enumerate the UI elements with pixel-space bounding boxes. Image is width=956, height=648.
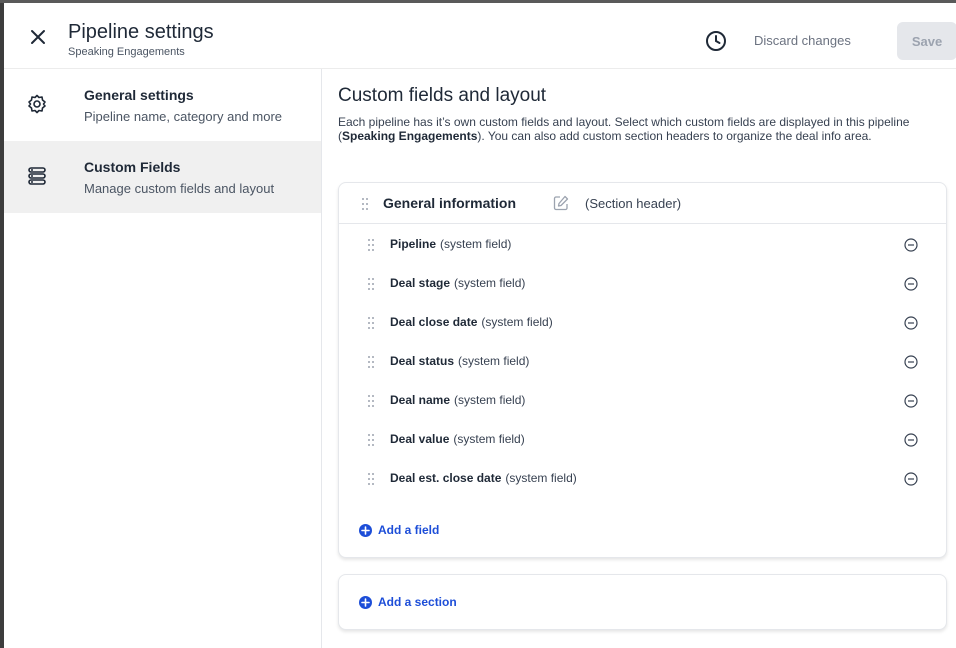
field-label: Pipeline xyxy=(390,237,437,251)
field-tag: (system field) xyxy=(481,315,553,329)
remove-field-button[interactable] xyxy=(903,315,919,331)
drag-handle-icon[interactable] xyxy=(367,277,375,291)
remove-field-button[interactable] xyxy=(903,354,919,370)
history-button[interactable] xyxy=(703,28,729,54)
section-header-tag: (Section header) xyxy=(585,196,682,211)
sidebar-item-description: Pipeline name, category and more xyxy=(84,109,283,124)
remove-field-button[interactable] xyxy=(903,471,919,487)
section-header-row[interactable]: General information (Section header) xyxy=(339,183,946,224)
field-row: Deal stage (system field) xyxy=(339,264,946,303)
field-label: Deal est. close date xyxy=(390,471,502,485)
drag-handle-icon[interactable] xyxy=(367,238,375,252)
close-button[interactable] xyxy=(26,25,50,49)
field-label: Deal name xyxy=(390,393,451,407)
field-label: Deal status xyxy=(390,354,455,368)
field-tag: (system field) xyxy=(458,354,530,368)
page-subtitle: Speaking Engagements xyxy=(68,46,185,58)
field-name: Deal name (system field) xyxy=(390,393,525,407)
minus-circle-icon xyxy=(904,277,918,291)
field-name: Deal value (system field) xyxy=(390,432,525,446)
drag-handle-icon[interactable] xyxy=(367,394,375,408)
field-name: Deal status (system field) xyxy=(390,354,529,368)
drag-handle-icon[interactable] xyxy=(367,316,375,330)
field-tag: (system field) xyxy=(453,432,525,446)
field-label: Deal close date xyxy=(390,315,478,329)
field-tag: (system field) xyxy=(454,276,526,290)
field-label: Deal stage xyxy=(390,276,451,290)
minus-circle-icon xyxy=(904,472,918,486)
gear-icon xyxy=(26,93,48,115)
description-text-post: ). You can also add custom section heade… xyxy=(477,128,872,143)
drag-handle-icon[interactable] xyxy=(367,433,375,447)
sidebar-item-custom-fields[interactable]: Custom Fields Manage custom fields and l… xyxy=(4,141,321,213)
minus-circle-icon xyxy=(904,355,918,369)
clock-icon xyxy=(706,31,726,51)
minus-circle-icon xyxy=(904,316,918,330)
add-section-button[interactable]: Add a section xyxy=(359,595,457,609)
field-tag: (system field) xyxy=(440,237,512,251)
drag-handle-icon[interactable] xyxy=(361,197,369,211)
edit-icon[interactable] xyxy=(553,195,569,211)
page-description: Each pipeline has it’s own custom fields… xyxy=(338,115,953,143)
plus-circle-icon xyxy=(359,523,372,537)
description-pipeline-name: Speaking Engagements xyxy=(342,128,478,143)
field-name: Deal est. close date (system field) xyxy=(390,471,577,485)
field-row: Deal est. close date (system field) xyxy=(339,459,946,498)
add-field-button[interactable]: Add a field xyxy=(359,523,439,537)
title-block: Pipeline settings Speaking Engagements xyxy=(68,21,214,58)
field-row: Deal name (system field) xyxy=(339,381,946,420)
drag-handle-icon[interactable] xyxy=(367,355,375,369)
add-field-label: Add a field xyxy=(378,523,440,537)
remove-field-button[interactable] xyxy=(903,276,919,292)
plus-circle-icon xyxy=(359,595,372,609)
section-title: General information xyxy=(383,195,517,211)
field-label: Deal value xyxy=(390,432,450,446)
field-row: Pipeline (system field) xyxy=(339,225,946,264)
sidebar: General settings Pipeline name, category… xyxy=(4,69,322,648)
minus-circle-icon xyxy=(904,394,918,408)
field-name: Pipeline (system field) xyxy=(390,237,511,251)
sidebar-item-general-settings[interactable]: General settings Pipeline name, category… xyxy=(4,69,321,141)
sidebar-item-description: Manage custom fields and layout xyxy=(84,181,275,196)
close-icon xyxy=(31,30,45,44)
remove-field-button[interactable] xyxy=(903,237,919,253)
top-bar: Pipeline settings Speaking Engagements D… xyxy=(4,3,956,69)
sidebar-item-label: Custom Fields xyxy=(84,159,181,175)
discard-changes-button[interactable]: Discard changes xyxy=(754,33,851,48)
field-tag: (system field) xyxy=(505,471,577,485)
fields-card: General information (Section header) Pip… xyxy=(338,182,947,558)
field-row: Deal close date (system field) xyxy=(339,303,946,342)
add-section-label: Add a section xyxy=(378,595,457,609)
drag-handle-icon[interactable] xyxy=(367,472,375,486)
main-content: Custom fields and layout Each pipeline h… xyxy=(323,69,956,648)
fields-icon xyxy=(26,165,48,187)
section-page-title: Custom fields and layout xyxy=(338,85,547,106)
field-name: Deal close date (system field) xyxy=(390,315,553,329)
save-button[interactable]: Save xyxy=(897,22,956,60)
field-name: Deal stage (system field) xyxy=(390,276,525,290)
minus-circle-icon xyxy=(904,238,918,252)
remove-field-button[interactable] xyxy=(903,432,919,448)
field-row: Deal status (system field) xyxy=(339,342,946,381)
sidebar-item-label: General settings xyxy=(84,87,194,103)
remove-field-button[interactable] xyxy=(903,393,919,409)
field-row: Deal value (system field) xyxy=(339,420,946,459)
add-section-card: Add a section xyxy=(338,574,947,630)
page-title: Pipeline settings xyxy=(68,21,214,43)
minus-circle-icon xyxy=(904,433,918,447)
field-tag: (system field) xyxy=(454,393,526,407)
